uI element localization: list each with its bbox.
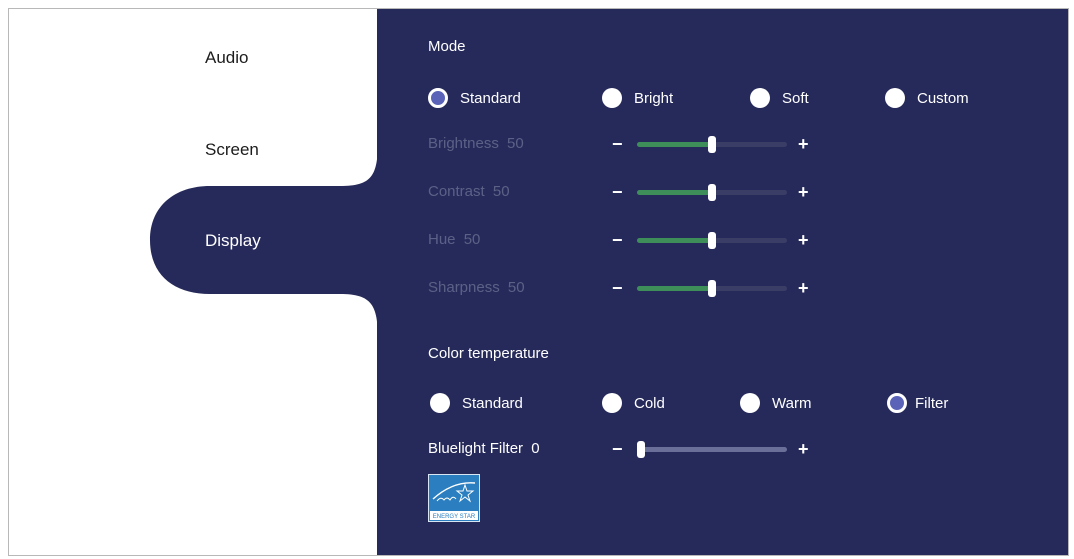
color-temp-option-label: Filter	[915, 394, 949, 412]
sharpness-label-text: Sharpness	[428, 279, 500, 296]
increase-button[interactable]: +	[798, 134, 809, 154]
brightness-label: Brightness 50	[428, 135, 524, 152]
decrease-button[interactable]: −	[612, 182, 623, 202]
brightness-value: 50	[507, 135, 524, 152]
mode-option-label: Standard	[460, 89, 521, 107]
radio-unchecked-icon	[602, 88, 622, 108]
color-temperature-title: Color temperature	[428, 345, 549, 362]
color-temp-option-label: Warm	[772, 394, 812, 412]
sharpness-value: 50	[507, 279, 525, 296]
color-temp-option-cold[interactable]: Cold	[602, 392, 665, 414]
brightness-label-text: Brightness	[428, 135, 499, 152]
increase-button[interactable]: +	[798, 278, 809, 298]
slider-thumb[interactable]	[708, 184, 716, 201]
energy-star-text: ENERGY STAR	[433, 514, 476, 520]
decrease-button[interactable]: −	[612, 439, 623, 459]
color-temp-option-label: Standard	[462, 394, 523, 412]
slider-thumb[interactable]	[637, 441, 645, 458]
mode-option-label: Soft	[782, 89, 809, 107]
slider-thumb[interactable]	[708, 280, 716, 297]
slider-track[interactable]	[637, 232, 787, 249]
decrease-button[interactable]: −	[612, 134, 623, 154]
slider-track[interactable]	[637, 184, 787, 201]
radio-unchecked-icon	[602, 393, 622, 413]
slider-fill	[637, 238, 712, 243]
radio-checked-icon	[887, 393, 907, 413]
color-temp-option-standard[interactable]: Standard	[430, 392, 523, 414]
color-temp-option-warm[interactable]: Warm	[740, 392, 811, 414]
slider-track[interactable]	[637, 280, 787, 297]
bluelight-value: 0	[531, 440, 540, 457]
mode-title: Mode	[428, 38, 466, 55]
slider-thumb[interactable]	[708, 136, 716, 153]
hue-label-text: Hue	[428, 231, 456, 248]
contrast-value: 50	[492, 183, 510, 200]
radio-unchecked-icon	[740, 393, 760, 413]
slider-fill	[637, 142, 712, 147]
sidebar-item-audio[interactable]: Audio	[205, 48, 248, 68]
increase-button[interactable]: +	[798, 230, 809, 250]
sidebar-item-display[interactable]: Display	[205, 231, 261, 251]
color-temp-option-filter[interactable]: Filter	[887, 392, 948, 414]
radio-unchecked-icon	[430, 393, 450, 413]
mode-option-soft[interactable]: Soft	[750, 87, 809, 109]
sidebar-item-screen[interactable]: Screen	[205, 140, 259, 160]
hue-slider[interactable]: − +	[612, 230, 816, 250]
contrast-label: Contrast 50	[428, 183, 510, 200]
bluelight-filter-slider[interactable]: − +	[612, 439, 816, 459]
bluelight-label-text: Bluelight Filter	[428, 440, 524, 457]
contrast-slider[interactable]: − +	[612, 182, 816, 202]
mode-option-label: Bright	[634, 89, 674, 107]
slider-fill	[637, 190, 712, 195]
contrast-label-text: Contrast	[428, 183, 485, 200]
mode-option-custom[interactable]: Custom	[885, 87, 969, 109]
energy-star-icon: ENERGY STAR	[430, 482, 478, 520]
increase-button[interactable]: +	[798, 182, 809, 202]
mode-option-label: Custom	[917, 89, 969, 107]
hue-value: 50	[463, 231, 481, 248]
mode-option-standard[interactable]: Standard	[428, 87, 521, 109]
sharpness-label: Sharpness 50	[428, 279, 525, 296]
increase-button[interactable]: +	[798, 439, 809, 459]
slider-track[interactable]	[637, 441, 787, 458]
sharpness-slider[interactable]: − +	[612, 278, 816, 298]
slider-fill	[637, 286, 712, 291]
mode-option-bright[interactable]: Bright	[602, 87, 673, 109]
energy-star-logo: ENERGY STAR	[428, 474, 480, 522]
color-temp-option-label: Cold	[634, 394, 665, 412]
brightness-slider[interactable]: − +	[612, 134, 816, 154]
hue-label: Hue 50	[428, 231, 480, 248]
slider-track[interactable]	[637, 136, 787, 153]
slider-thumb[interactable]	[708, 232, 716, 249]
radio-unchecked-icon	[750, 88, 770, 108]
decrease-button[interactable]: −	[612, 278, 623, 298]
radio-checked-icon	[428, 88, 448, 108]
decrease-button[interactable]: −	[612, 230, 623, 250]
bluelight-filter-label: Bluelight Filter 0	[428, 440, 540, 457]
radio-unchecked-icon	[885, 88, 905, 108]
